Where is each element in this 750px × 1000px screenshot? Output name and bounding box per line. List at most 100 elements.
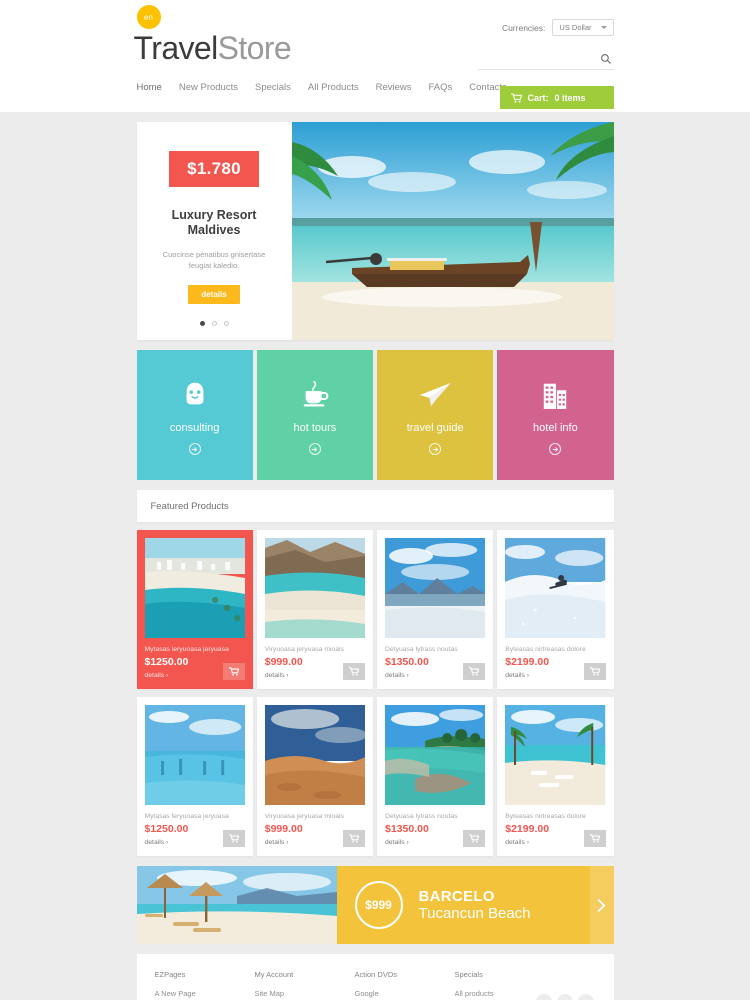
logo-primary-text: Travel [133,30,219,66]
product-add-to-cart-button[interactable] [222,830,245,847]
product-card[interactable]: Detyuasa lytrass noutas $1350.00 details… [377,697,494,856]
promo-subtitle: Tucancun Beach [418,905,531,922]
hero-price-badge: $1.780 [169,151,259,187]
tile-hotel-info[interactable]: hotel info [497,350,614,480]
product-card[interactable]: Mytasas leryuoasa jeryuasa $1250.00 deta… [136,697,253,856]
site-header: en TravelStore Home New Products Special… [0,0,750,112]
hero-slider-dots [199,321,229,326]
product-add-to-cart-button[interactable] [583,830,606,847]
main-navigation: Home New Products Specials All Products … [137,82,507,93]
product-card[interactable]: Viryuoasa jeryuasa mioais $999.00 detail… [256,530,373,689]
footer-column-my-account: My Account Site Map [255,970,355,1000]
hero-dot-2[interactable] [211,321,217,326]
shopping-cart-icon [349,834,359,843]
cart-button[interactable]: Cart: 0 items [499,86,614,109]
product-card[interactable]: Mytasas leryuoasa jeryuasa $1250.00 deta… [136,530,253,689]
search-input[interactable] [489,53,600,64]
product-image-beach-resort-aerial [144,538,245,638]
product-add-to-cart-button[interactable] [343,830,365,847]
featured-products-heading: Featured Products [136,490,614,522]
footer-column-title: My Account [254,970,294,979]
product-title: Byteasas nirtreasas dolore [505,813,586,820]
product-add-to-cart-button[interactable] [463,663,486,680]
cart-label: Cart: [527,92,549,103]
nav-item-all-products[interactable]: All Products [308,82,359,93]
product-card[interactable]: Byteasas nirtreasas dolore $2199.00 deta… [497,530,614,689]
product-row-1: Mytasas leryuoasa jeryuasa $1250.00 deta… [136,530,614,689]
tile-travel-guide-arrow-icon[interactable] [429,443,442,455]
site-logo[interactable]: TravelStore [134,30,292,67]
hero-dot-1[interactable] [199,321,205,326]
footer-column-title: Specials [454,970,483,979]
product-image-desert-coast-bay [264,538,365,638]
hero-details-button[interactable]: details [188,285,240,304]
footer-column-title: EZPages [154,970,186,979]
nav-item-specials[interactable]: Specials [255,82,291,93]
paper-plane-icon [418,375,452,409]
promo-next-arrow-icon[interactable] [589,866,614,944]
social-icon-1[interactable] [535,994,552,1000]
promo-text-group: BARCELO Tucancun Beach [419,888,531,922]
footer-column-ezpages: EZPages A New Page [155,970,255,1000]
search-icon[interactable] [600,53,612,65]
nav-item-reviews[interactable]: Reviews [376,82,412,93]
footer-link[interactable]: Google [355,989,455,998]
tile-travel-guide-label: travel guide [406,422,464,434]
product-title: Detyuasa lytrass noutas [385,813,458,820]
hero-image-longtail-boat-beach [291,122,614,340]
nav-item-faqs[interactable]: FAQs [429,82,453,93]
coffee-cup-icon [299,375,331,409]
product-add-to-cart-button[interactable] [343,663,365,680]
product-card[interactable]: Byteasas nirtreasas dolore $2199.00 deta… [497,697,614,856]
language-badge[interactable]: en [136,5,161,29]
hero-title: Luxury Resort Maldives [171,208,257,237]
currency-selected-value: US Dollar [559,23,592,32]
product-add-to-cart-button[interactable] [583,663,606,680]
tile-consulting-arrow-icon[interactable] [188,443,201,455]
tile-hotel-info-arrow-icon[interactable] [549,443,562,455]
product-image-rocky-coast-lagoon [385,705,486,805]
social-icon-3[interactable] [577,994,594,1000]
product-title: Detyuasa lytrass noutas [385,646,458,653]
hero-slider: $1.780 Luxury Resort Maldives Cuocinse p… [136,122,614,340]
product-add-to-cart-button[interactable] [222,663,245,680]
tile-hot-tours-label: hot tours [293,422,337,434]
featured-products-title: Featured Products [150,500,229,512]
social-icon-2[interactable] [556,994,573,1000]
shopping-cart-icon [228,834,239,843]
product-title: Byteasas nirtreasas dolore [505,646,586,653]
tile-hot-tours[interactable]: hot tours [256,350,373,480]
promo-banner[interactable]: $999 BARCELO Tucancun Beach [136,866,614,944]
currency-select[interactable]: US Dollar [552,19,614,36]
footer-columns: EZPages A New Page My Account Site Map A… [155,970,596,1000]
promo-image-beach-umbrellas-loungers [136,866,337,944]
hero-dot-3[interactable] [223,321,229,326]
hero-description: Cuocinse penatibus gnisertase feugiat ka… [162,250,266,270]
product-title: Viryuoasa jeryuasa mioais [264,813,344,820]
shopping-cart-icon [469,834,480,843]
shopping-cart-icon [510,92,522,103]
promo-title: BARCELO [418,888,495,905]
language-badge-label: en [143,12,154,22]
product-card[interactable]: Detyuasa lytrass noutas $1350.00 details… [377,530,494,689]
tile-travel-guide[interactable]: travel guide [377,350,494,480]
shopping-cart-icon [228,667,239,676]
search-box [477,48,614,70]
page-root: en TravelStore Home New Products Special… [0,0,750,1000]
tile-hotel-info-label: hotel info [533,422,578,434]
product-image-snow-mountain-skier [505,538,606,638]
product-row-2: Mytasas leryuoasa jeryuasa $1250.00 deta… [136,697,614,856]
promo-price-badge: $999 [354,881,403,929]
nav-item-new-products[interactable]: New Products [179,82,238,93]
tile-consulting[interactable]: consulting [136,350,253,480]
footer-link[interactable]: Site Map [255,989,355,998]
product-add-to-cart-button[interactable] [463,830,486,847]
category-tiles: consulting hot tours travel guide hotel … [136,350,614,480]
tile-hot-tours-arrow-icon[interactable] [308,443,321,455]
footer-link[interactable]: A New Page [155,989,255,998]
promo-content: $999 BARCELO Tucancun Beach [336,866,614,944]
product-card[interactable]: Viryuoasa jeryuasa mioais $999.00 detail… [256,697,373,856]
nav-item-home[interactable]: Home [137,82,162,93]
shopping-cart-icon [589,834,600,843]
person-icon [180,375,210,409]
